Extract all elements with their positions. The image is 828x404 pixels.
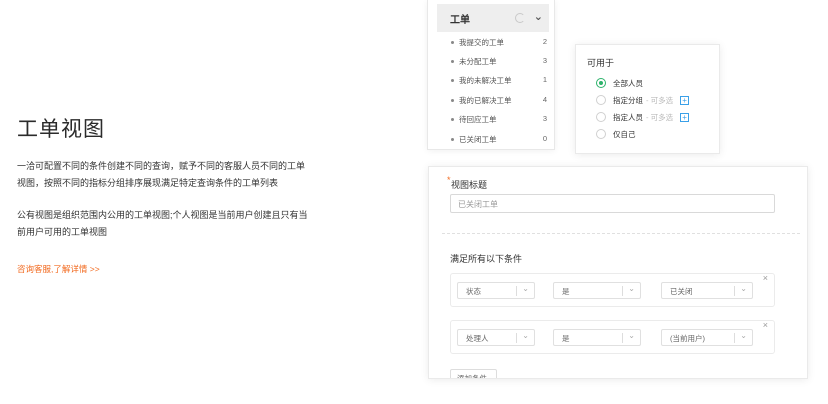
view-title-label: 视图标题: [451, 180, 488, 190]
chevron-down-icon: ⌄: [628, 284, 635, 293]
condition-row: 处理人 ⌄ 是 ⌄ (当前用户) ⌄ ×: [450, 320, 775, 354]
consult-link[interactable]: 咨询客服,了解详情 >>: [17, 263, 100, 275]
radio-option-person[interactable]: 指定人员 - 可多选 +: [596, 111, 690, 123]
list-item-label: 未分配工单: [459, 57, 497, 66]
refresh-icon[interactable]: [515, 13, 525, 23]
radio-label: 指定分组: [613, 95, 643, 105]
bullet-icon: [451, 138, 454, 141]
radio-hint: - 可多选: [646, 112, 674, 122]
list-item-count: 4: [542, 95, 547, 104]
chevron-down-icon: ⌄: [522, 331, 529, 340]
ticket-list-header-label: 工单: [450, 14, 470, 26]
select-separator: [516, 286, 517, 296]
bullet-icon: [451, 79, 454, 82]
list-item[interactable]: 已关闭工单 0: [449, 134, 549, 145]
view-form-panel: * 视图标题 已关闭工单 满足所有以下条件 状态 ⌄ 是 ⌄ 已关闭 ⌄ × 处…: [428, 166, 808, 379]
list-item-count: 0: [542, 134, 547, 143]
intro-description: 一洽可配置不同的条件创建不同的查询，赋予不同的客服人员不同的工单视图，按照不同的…: [17, 161, 306, 188]
select-value: 是: [562, 287, 570, 296]
select-separator: [734, 286, 735, 296]
condition-field-select[interactable]: 状态 ⌄: [457, 282, 535, 299]
ticket-list-header[interactable]: 工单 ⌄: [437, 4, 549, 32]
condition-field-select[interactable]: 处理人 ⌄: [457, 329, 535, 346]
radio-icon[interactable]: [596, 112, 606, 122]
list-item-label: 待回应工单: [459, 115, 497, 124]
condition-value-select[interactable]: (当前用户) ⌄: [661, 329, 753, 346]
list-item-count: 1: [542, 75, 547, 84]
view-title-input[interactable]: 已关闭工单: [450, 194, 775, 213]
radio-hint: - 可多选: [646, 95, 674, 105]
select-separator: [734, 333, 735, 343]
list-item-label: 我提交的工单: [459, 38, 504, 47]
remove-condition-icon[interactable]: ×: [763, 273, 768, 283]
list-item-label: 我的已解决工单: [459, 96, 512, 105]
list-item-label: 已关闭工单: [459, 135, 497, 144]
list-item[interactable]: 我的已解决工单 4: [449, 95, 549, 106]
list-item[interactable]: 待回应工单 3: [449, 114, 549, 125]
radio-label: 仅自己: [613, 129, 636, 139]
bullet-icon: [451, 99, 454, 102]
remove-condition-icon[interactable]: ×: [763, 320, 768, 330]
bullet-icon: [451, 118, 454, 121]
bullet-icon: [451, 60, 454, 63]
select-value: (当前用户): [670, 334, 705, 343]
chevron-down-icon: ⌄: [628, 331, 635, 340]
ticket-view-list: 工单 ⌄ 我提交的工单 2 未分配工单 3 我的未解决工单 1 我的已解决工单 …: [427, 0, 555, 150]
radio-option-self[interactable]: 仅自己: [596, 128, 636, 140]
available-to-title: 可用于: [587, 58, 615, 68]
list-item-count: 2: [542, 37, 547, 46]
chevron-down-icon: ⌄: [522, 284, 529, 293]
available-to-panel: 可用于 全部人员 指定分组 - 可多选 + 指定人员 - 可多选 + 仅自己: [575, 44, 720, 154]
required-mark: *: [447, 175, 451, 185]
list-item[interactable]: 未分配工单 3: [449, 56, 549, 67]
add-condition-button[interactable]: 添加条件: [450, 369, 497, 378]
select-value: 状态: [466, 287, 481, 296]
divider: [442, 233, 800, 234]
radio-label: 全部人员: [613, 78, 643, 88]
select-value: 是: [562, 334, 570, 343]
radio-selected-icon[interactable]: [596, 78, 606, 88]
list-item-label: 我的未解决工单: [459, 76, 512, 85]
radio-option-group[interactable]: 指定分组 - 可多选 +: [596, 94, 690, 106]
select-separator: [516, 333, 517, 343]
add-person-icon[interactable]: +: [680, 112, 690, 122]
bullet-icon: [451, 41, 454, 44]
add-group-icon[interactable]: +: [680, 95, 690, 105]
radio-icon[interactable]: [596, 129, 606, 139]
radio-option-all[interactable]: 全部人员: [596, 77, 643, 89]
list-item[interactable]: 我的未解决工单 1: [449, 75, 549, 86]
condition-operator-select[interactable]: 是 ⌄: [553, 282, 641, 299]
chevron-down-icon[interactable]: ⌄: [534, 10, 543, 23]
chevron-down-icon: ⌄: [740, 284, 747, 293]
list-item[interactable]: 我提交的工单 2: [449, 37, 549, 48]
condition-operator-select[interactable]: 是 ⌄: [553, 329, 641, 346]
page-title: 工单视图: [17, 118, 105, 141]
condition-value-select[interactable]: 已关闭 ⌄: [661, 282, 753, 299]
select-value: 已关闭: [670, 287, 693, 296]
select-separator: [622, 286, 623, 296]
radio-icon[interactable]: [596, 95, 606, 105]
select-value: 处理人: [466, 334, 489, 343]
list-item-count: 3: [542, 56, 547, 65]
radio-label: 指定人员: [613, 112, 643, 122]
conditions-title: 满足所有以下条件: [450, 254, 523, 264]
select-separator: [622, 333, 623, 343]
condition-row: 状态 ⌄ 是 ⌄ 已关闭 ⌄ ×: [450, 273, 775, 307]
chevron-down-icon: ⌄: [740, 331, 747, 340]
page: 工单视图 一洽可配置不同的条件创建不同的查询，赋予不同的客服人员不同的工单视图，…: [0, 0, 828, 404]
intro-description-views: 公有视图是组织范围内公用的工单视图;个人视图是当前用户创建且只有当前用户可用的工…: [17, 210, 308, 237]
list-item-count: 3: [542, 114, 547, 123]
